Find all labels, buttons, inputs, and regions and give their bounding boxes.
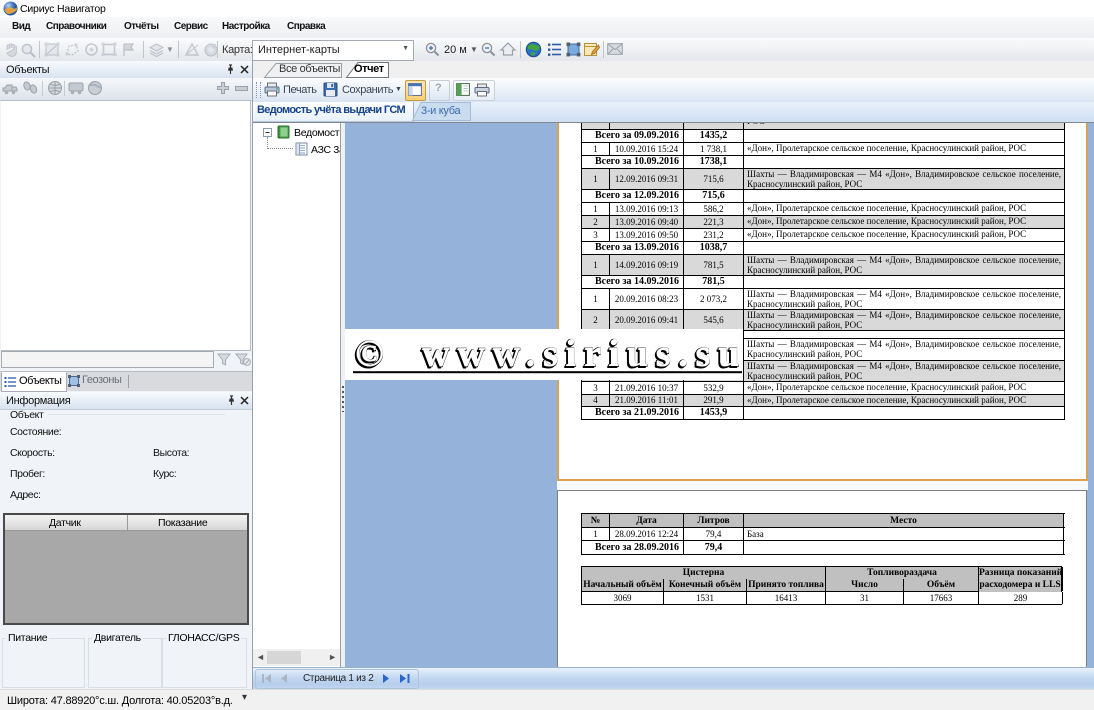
svg-text:© www.sirius.su: © www.sirius.su [356, 333, 743, 375]
